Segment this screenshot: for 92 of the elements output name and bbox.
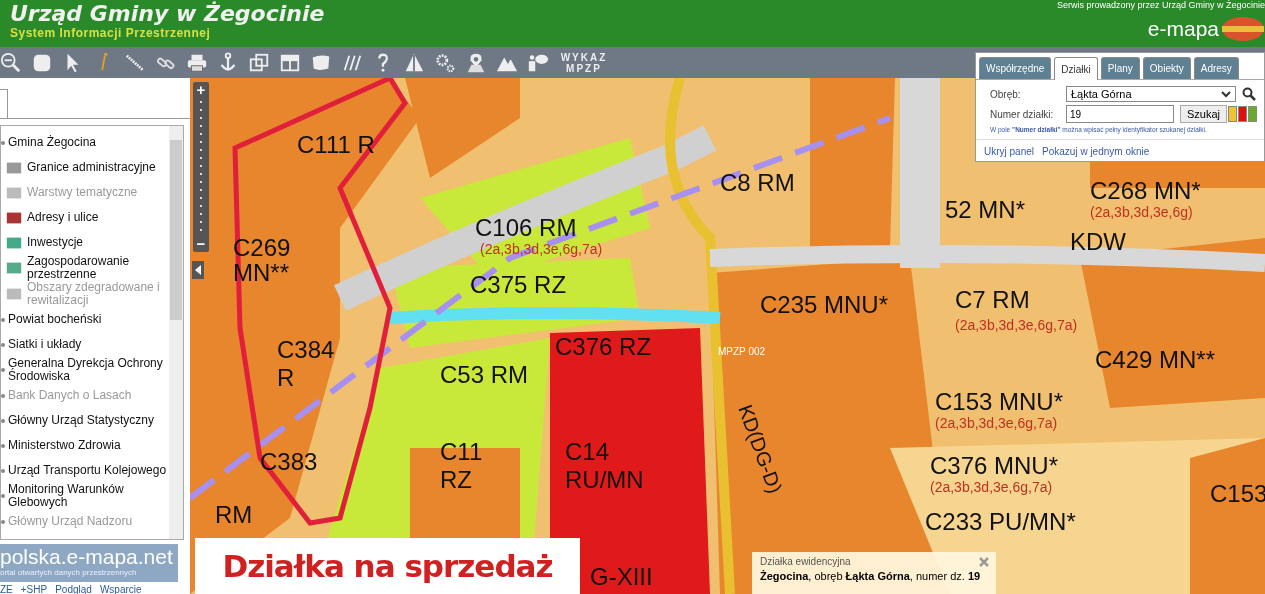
bullet-icon — [1, 140, 5, 145]
zoom-out-icon[interactable] — [0, 51, 22, 74]
zone-label: MPZP 002 — [718, 346, 766, 357]
operator-text: Serwis prowadzony przez Urząd Gminy w Żegocinie — [1056, 0, 1265, 10]
site-title: Urząd Gminy w Żegocinie — [10, 1, 325, 26]
zone-label: C7 RM — [955, 286, 1030, 313]
bullet-icon — [1, 494, 5, 498]
zone-label: C53 RM — [440, 361, 529, 388]
popup-text: Żegocina, obręb Łąkta Górna, numer dz. 19 — [760, 570, 982, 582]
portal-title: polska.e-mapa.net — [0, 546, 174, 568]
zone-label: C375 RZ — [470, 271, 567, 298]
precinct-select[interactable]: Łąkta Górna — [1066, 86, 1236, 102]
bullet-icon — [1, 418, 5, 423]
color-swatch[interactable] — [1228, 106, 1238, 122]
map-pin-icon[interactable] — [465, 51, 487, 74]
color-swatch[interactable] — [1248, 106, 1258, 122]
precinct-label: Obręb: — [990, 88, 1022, 100]
layer-item[interactable]: Granice administracyjne — [27, 161, 169, 174]
footer-link[interactable]: ZE — [0, 582, 13, 594]
zone-label: G-XIII — [590, 563, 653, 590]
panel-link[interactable]: Pokazuj w jednym oknie — [1042, 146, 1150, 157]
site-subtitle: System Informacji Przestrzennej — [10, 26, 212, 40]
zone-label: C384 — [277, 336, 335, 363]
zone-label: KDW — [1070, 228, 1126, 255]
zone-label: (2a,3b,3d,3e,6g,7a) — [935, 415, 1058, 431]
zone-label: C383 — [260, 448, 318, 475]
zone-label: C376 RZ — [555, 333, 652, 360]
zoom-in-button[interactable]: + — [196, 82, 206, 98]
panel-link[interactable]: Ukryj panel — [984, 146, 1035, 157]
bullet-icon — [1, 443, 5, 448]
bullet-icon — [1, 317, 5, 322]
gears-icon[interactable] — [434, 51, 456, 74]
layer-item[interactable]: Inwestycje — [27, 236, 169, 249]
portal-tagline: ortal otwartych danych przestrzennych — [0, 568, 138, 577]
layer-item[interactable]: Powiat bocheński — [8, 313, 169, 326]
zone-label: RZ — [440, 466, 472, 493]
layer-item[interactable]: Adresy i ulice — [27, 211, 169, 224]
bullet-icon — [1, 393, 5, 398]
zone-label: C14 — [565, 438, 610, 465]
zone-label: C376 MNU* — [930, 452, 1059, 479]
layer-item[interactable]: Zagospodarowanie przestrzenne — [27, 255, 169, 281]
zone-label: C11 — [440, 438, 483, 465]
globe-logo-icon — [1221, 16, 1265, 42]
zone-label: 52 MN* — [945, 196, 1026, 223]
zone-label: R — [277, 364, 295, 391]
number-label: Numer działki: — [990, 108, 1055, 120]
layer-item[interactable]: Główny Urząd Statystyczny — [8, 414, 169, 427]
zone-label: MN** — [233, 259, 289, 286]
panel-tab[interactable]: Działki — [1054, 57, 1098, 80]
panel-tab[interactable]: Współrzędne — [979, 57, 1052, 79]
search-icon[interactable] — [1242, 87, 1256, 101]
zone-label: C235 MNU* — [760, 291, 889, 318]
zone-label: C269 — [233, 234, 291, 261]
zone-label: (2a,3b,3d,3e,6g,7a) — [955, 317, 1078, 333]
layer-item[interactable]: Siatki i układy — [8, 338, 169, 351]
mpzp-list-button[interactable]: WYKAZ MPZP — [558, 51, 610, 74]
bullet-icon — [1, 342, 5, 347]
zone-label: C153 MNU* — [935, 388, 1064, 415]
number-input[interactable]: 19 — [1066, 105, 1174, 123]
chevron-down-icon — [1221, 90, 1231, 98]
zone-label: C233 PU/MN* — [925, 508, 1076, 535]
logo-text[interactable]: e-mapa — [1147, 17, 1219, 41]
panel-tab[interactable]: Plany — [1100, 57, 1140, 79]
zone-label: RU/MN — [565, 466, 644, 493]
zone-label: C429 MN** — [1095, 346, 1216, 373]
panel-tab[interactable]: Adresy — [1193, 57, 1239, 79]
zoom-out-button[interactable]: − — [196, 236, 206, 252]
zone-label: C106 RM — [475, 214, 577, 241]
popup-title: Działka ewidencyjna — [760, 556, 852, 567]
layer-item[interactable]: Urząd Transportu Kolejowego — [8, 464, 169, 477]
footer-link[interactable]: +SHP — [20, 582, 48, 594]
zone-label: C268 MN* — [1090, 177, 1201, 204]
layer-item[interactable]: Generalna Dyrekcja Ochrony Środowiska — [8, 357, 169, 383]
sale-banner: Działka na sprzedaż — [195, 538, 580, 594]
overlap-squares-icon[interactable] — [248, 51, 270, 74]
scrollbar[interactable] — [169, 126, 183, 539]
search-button[interactable]: Szukaj — [1180, 105, 1228, 123]
bullet-icon — [1, 519, 5, 524]
zone-label: RM — [215, 501, 253, 528]
zone-label: C111 R — [297, 131, 375, 158]
panel-tab[interactable]: Obiekty — [1142, 57, 1191, 79]
zone-label: (2a,3b,3d,3e,6g,7a) — [930, 479, 1053, 495]
layer-item[interactable]: Monitoring Warunków Glebowych — [8, 483, 169, 509]
panel-tab[interactable] — [0, 89, 8, 118]
zone-label: C8 RM — [720, 169, 795, 196]
color-swatch[interactable] — [1238, 106, 1248, 122]
bullet-icon — [1, 468, 5, 473]
close-icon[interactable] — [978, 556, 990, 568]
zone-label: (2a,3b,3d,3e,6g) — [1090, 204, 1193, 220]
layer-item[interactable]: Gmina Żegocina — [8, 136, 169, 149]
bullet-icon — [1, 368, 5, 372]
layer-item[interactable]: Ministerstwo Zdrowia — [8, 439, 169, 452]
